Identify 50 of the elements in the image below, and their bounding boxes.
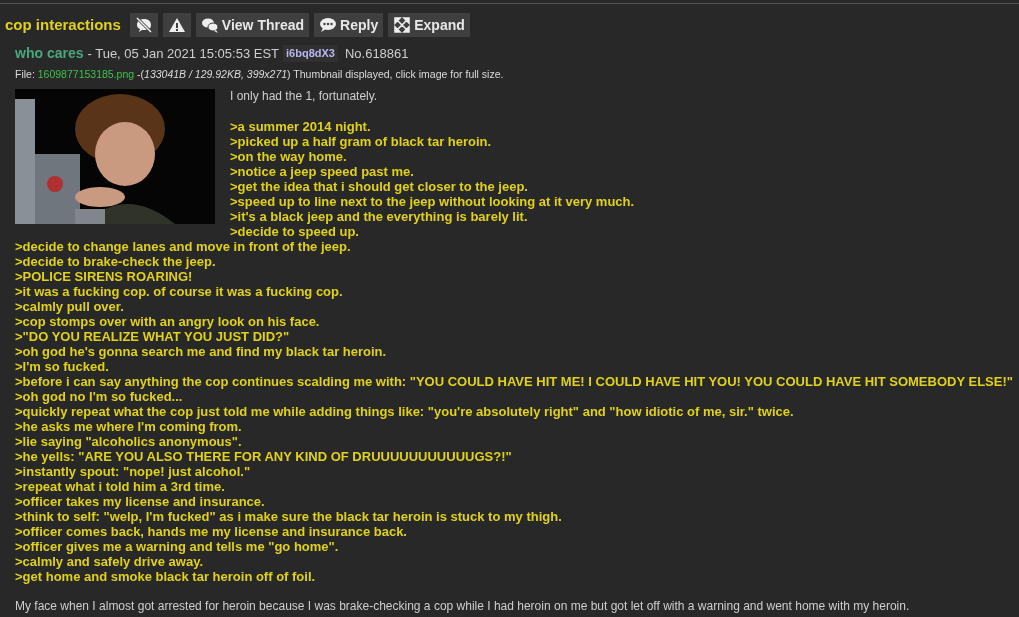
warning-icon [167, 16, 186, 34]
greentext-line: >think to self: "welp, I'm fucked" as i make sure the black tar heroin is stuck to my thigh. [15, 508, 563, 524]
view-thread-button[interactable]: View Thread [195, 13, 310, 37]
post-number[interactable]: No.618861 [344, 43, 409, 64]
greentext-line: >instantly spout: "nope! just alcohol." [15, 463, 252, 479]
file-link[interactable]: 1609877153185.png [37, 68, 135, 80]
greentext-line: >before i can say anything the cop continues scalding me with: "YOU COULD HAVE HIT ME! I COULD HAVE HIT YOU! YOU COULD HAVE HIT SOMEBODY ELSE!" [15, 373, 1014, 389]
greentext-line: >officer takes my license and insurance. [15, 493, 266, 509]
greentext-line: >"DO YOU REALIZE WHAT YOU JUST DID?" [15, 328, 291, 344]
expand-button[interactable]: Expand [388, 13, 470, 37]
greentext-line: >he yells: "ARE YOU ALSO THERE FOR ANY KIND OF DRUUUUUUUUUUUGS?!" [15, 448, 513, 464]
greentext-line: >get home and smoke black tar heroin off of foil. [15, 568, 317, 584]
greentext-line: >lie saying "alcoholics anonymous". [15, 433, 243, 449]
speech-bubble-icon [319, 16, 338, 34]
greentext-line: >decide to brake-check the jeep. [15, 253, 217, 269]
post-text: I only had the 1, fortunately. [229, 88, 379, 104]
thread-title: cop interactions [5, 14, 121, 35]
poster-id: i6bq8dX3 [283, 45, 338, 62]
greentext-line: >on the way home. [229, 148, 347, 164]
greentext-line: >calmly pull over. [15, 298, 124, 314]
greentext-line: >officer comes back, hands me my license and insurance back. [15, 523, 408, 539]
file-info: File: 1609877153185.png -(133041B / 129.92KB, 399x271) Thumbnail displayed, click image for full size. [15, 67, 505, 82]
greentext-line: >repeat what i told him a 3rd time. [15, 478, 226, 494]
post-date: - Tue, 05 Jan 2021 15:05:53 EST [87, 44, 279, 63]
greentext-line: >it's a black jeep and the everything is barely lit. [229, 208, 528, 224]
report-button[interactable] [162, 13, 191, 37]
expand-icon [393, 16, 412, 34]
greentext-line: >picked up a half gram of black tar heroin. [229, 133, 493, 149]
greentext-line: >officer gives me a warning and tells me "go home". [15, 538, 340, 554]
poster-name: who cares [15, 44, 84, 63]
post-text: My face when I almost got arrested for heroin because I was brake-checking a cop while I had heroin on me but got let off with a warning and went home with my heroin. [15, 598, 911, 614]
chat-bubbles-icon [200, 16, 219, 34]
greentext-line: >oh god he's gonna search me and find my black tar heroin. [15, 343, 388, 359]
greentext-line: >get the idea that i should get closer to the jeep. [229, 178, 529, 194]
reply-button[interactable]: Reply [314, 13, 384, 37]
greentext-line: >POLICE SIRENS ROARING! [15, 268, 193, 284]
greentext-line: >decide to change lanes and move in front of the jeep. [15, 238, 351, 254]
greentext-line: >decide to speed up. [229, 223, 360, 239]
greentext-line: >quickly repeat what the cop just told me while adding things like: "you're absolutely right" and "how idiotic of me, sir." twice. [15, 403, 795, 419]
greentext-line: >a summer 2014 night. [229, 118, 372, 134]
greentext-line: >it was a fucking cop. of course it was a fucking cop. [15, 283, 344, 299]
greentext-line: >notice a jeep speed past me. [229, 163, 415, 179]
greentext-line: >he asks me where I'm coming from. [15, 418, 243, 434]
greentext-line: >calmly and safely drive away. [15, 553, 204, 569]
greentext-line: >oh god no I'm so fucked... [15, 388, 184, 404]
greentext-line: >speed up to line next to the jeep without looking at it very much. [229, 193, 636, 209]
hide-post-icon [134, 16, 153, 34]
hide-button[interactable] [129, 13, 158, 37]
greentext-line: >I'm so fucked. [15, 358, 109, 374]
greentext-line: >cop stomps over with an angry look on his face. [15, 313, 321, 329]
